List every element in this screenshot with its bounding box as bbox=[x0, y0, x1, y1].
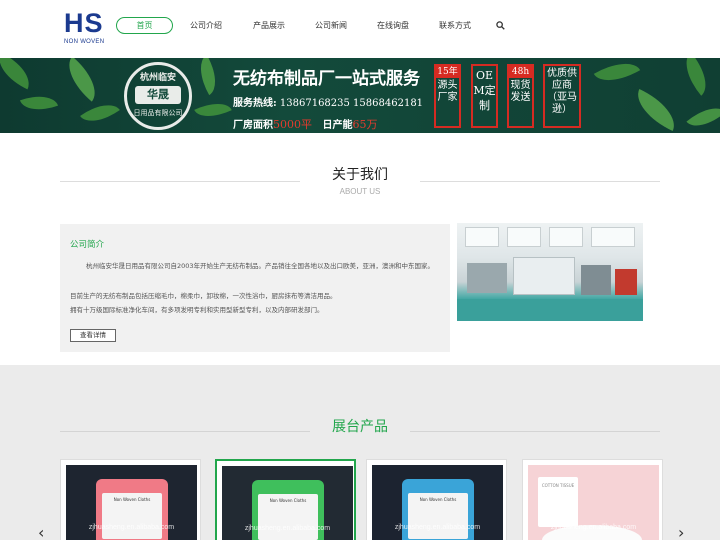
badge-body: 优质供应商（亚马逊） bbox=[547, 68, 577, 115]
leaf-decoration bbox=[686, 98, 720, 133]
view-details-button[interactable]: 查看详情 bbox=[70, 329, 116, 342]
nav-item-products[interactable]: 产品展示 bbox=[249, 17, 289, 34]
intro-paragraph: 目前生产的无纺布制品包括压缩毛巾，棉柔巾，卸妆棉，一次性浴巾，厨房抹布等清洁用品… bbox=[70, 292, 337, 300]
product-label-text: Non Woven Cloths bbox=[419, 497, 457, 502]
product-label-text: Non Woven Cloths bbox=[269, 498, 307, 503]
intro-heading: 公司简介 bbox=[70, 240, 105, 250]
site-header: HS NON WOVEN 首页 公司介绍 产品展示 公司新闻 在线询盘 联系方式 bbox=[0, 0, 720, 58]
seal-bottom-text: 日用品有限公司 bbox=[133, 109, 183, 117]
product-label: Non Woven Cloths bbox=[258, 494, 318, 540]
carousel-next-arrow[interactable]: › bbox=[678, 525, 684, 540]
hotline-numbers: 13867168235 15868462181 bbox=[279, 98, 424, 109]
factory-machine bbox=[513, 257, 575, 295]
intro-paragraph: 拥有十万级国际标准净化车间，有多项发明专利和实用型新型专利，以及内部研发部门。 bbox=[70, 306, 324, 314]
badge-body: 源头厂家 bbox=[437, 80, 458, 103]
product-image: Non Woven Cloths zjhuasheng.en.alibaba.c… bbox=[222, 466, 353, 540]
leaf-decoration bbox=[80, 95, 120, 131]
watermark: zjhuasheng.en.alibaba.com bbox=[244, 525, 331, 532]
badge-oem: OEM定制 bbox=[471, 64, 498, 128]
factory-window bbox=[591, 227, 635, 247]
leaf-decoration bbox=[629, 88, 683, 132]
leaf-decoration bbox=[675, 58, 717, 96]
product-label-text: COTTON TISSUE bbox=[541, 483, 575, 488]
badge-body: OEM定制 bbox=[473, 69, 496, 112]
logo-mark: HS bbox=[64, 8, 104, 38]
product-image: Non Woven Cloths zjhuasheng.en.alibaba.c… bbox=[372, 465, 503, 540]
product-label: Non Woven Cloths bbox=[102, 493, 162, 539]
divider-left bbox=[60, 431, 310, 432]
seal-main-text: 华晟 bbox=[135, 86, 181, 104]
factory-photo bbox=[457, 223, 643, 321]
leaf-decoration bbox=[0, 58, 37, 90]
company-logo[interactable]: HS NON WOVEN bbox=[64, 8, 110, 50]
hero-banner[interactable]: 杭州临安 华晟 日用品有限公司 无纺布制品厂一站式服务 服务热线: 138671… bbox=[0, 58, 720, 133]
capacity-value: 65万 bbox=[352, 118, 378, 131]
factory-window bbox=[549, 227, 583, 247]
area-value: 5000平 bbox=[273, 118, 312, 131]
nav-item-inquiry[interactable]: 在线询盘 bbox=[373, 17, 413, 34]
seal-top-text: 杭州临安 bbox=[139, 73, 176, 83]
badge-supplier: 优质供应商（亚马逊） bbox=[543, 64, 581, 128]
search-icon[interactable] bbox=[496, 21, 505, 30]
badge-48h: 48h 现货发送 bbox=[507, 64, 534, 128]
factory-floor bbox=[457, 299, 643, 321]
nav-item-contact[interactable]: 联系方式 bbox=[435, 17, 475, 34]
badge-head: 15年 bbox=[436, 66, 459, 78]
product-card[interactable]: Non Woven Cloths zjhuasheng.en.alibaba.c… bbox=[60, 459, 201, 540]
factory-machine bbox=[581, 265, 611, 295]
company-intro-panel: 公司简介 杭州临安华晟日用品有限公司自2003年开始生产无纺布制品。产品销往全国… bbox=[60, 224, 450, 352]
factory-machine bbox=[467, 263, 507, 293]
company-seal: 杭州临安 华晟 日用品有限公司 bbox=[124, 62, 192, 130]
factory-machine bbox=[615, 269, 637, 295]
product-image: COTTON TISSUE zjhuasheng.en.alibaba.com bbox=[528, 465, 659, 540]
product-card[interactable]: Non Woven Cloths zjhuasheng.en.alibaba.c… bbox=[215, 459, 356, 540]
product-image: Non Woven Cloths zjhuasheng.en.alibaba.c… bbox=[66, 465, 197, 540]
banner-hotline: 服务热线: 13867168235 15868462181 bbox=[233, 94, 423, 109]
about-subtitle: ABOUT US bbox=[339, 187, 381, 196]
watermark: zjhuasheng.en.alibaba.com bbox=[394, 524, 481, 531]
product-label: Non Woven Cloths bbox=[408, 493, 468, 539]
badge-factory: 15年 源头厂家 bbox=[434, 64, 461, 128]
leaf-decoration bbox=[19, 88, 59, 118]
badge-head: 48h bbox=[509, 66, 532, 78]
carousel-prev-arrow[interactable]: ‹ bbox=[38, 525, 44, 540]
page: HS NON WOVEN 首页 公司介绍 产品展示 公司新闻 在线询盘 联系方式… bbox=[0, 0, 720, 540]
product-card[interactable]: Non Woven Cloths zjhuasheng.en.alibaba.c… bbox=[366, 459, 507, 540]
divider-right bbox=[410, 431, 660, 432]
watermark: zjhuasheng.en.alibaba.com bbox=[88, 524, 175, 531]
divider-left bbox=[60, 181, 300, 182]
nav-item-home[interactable]: 首页 bbox=[116, 17, 173, 34]
product-card[interactable]: COTTON TISSUE zjhuasheng.en.alibaba.com bbox=[522, 459, 663, 540]
watermark: zjhuasheng.en.alibaba.com bbox=[550, 524, 637, 531]
leaf-decoration bbox=[191, 58, 225, 96]
hotline-label: 服务热线: bbox=[233, 98, 277, 109]
products-title: 展台产品 bbox=[332, 419, 388, 435]
divider-right bbox=[420, 181, 660, 182]
logo-subtitle: NON WOVEN bbox=[64, 39, 105, 45]
banner-capacity: 厂房面积5000平 日产能65万 bbox=[233, 116, 377, 132]
banner-title: 无纺布制品厂一站式服务 bbox=[233, 69, 420, 89]
capacity-label: 日产能 bbox=[322, 120, 353, 131]
area-label: 厂房面积 bbox=[233, 120, 273, 131]
product-label-text: Non Woven Cloths bbox=[113, 497, 151, 502]
leaf-decoration bbox=[593, 58, 641, 92]
badge-body: 现货发送 bbox=[510, 80, 531, 103]
factory-window bbox=[465, 227, 499, 247]
nav-item-company[interactable]: 公司介绍 bbox=[186, 17, 226, 34]
factory-window bbox=[507, 227, 541, 247]
nav-item-news[interactable]: 公司新闻 bbox=[311, 17, 351, 34]
product-box: COTTON TISSUE bbox=[538, 477, 578, 527]
leaf-decoration bbox=[194, 95, 232, 125]
intro-paragraph: 杭州临安华晟日用品有限公司自2003年开始生产无纺布制品。产品销往全国各地以及出… bbox=[86, 262, 435, 270]
leaf-decoration bbox=[58, 58, 106, 102]
